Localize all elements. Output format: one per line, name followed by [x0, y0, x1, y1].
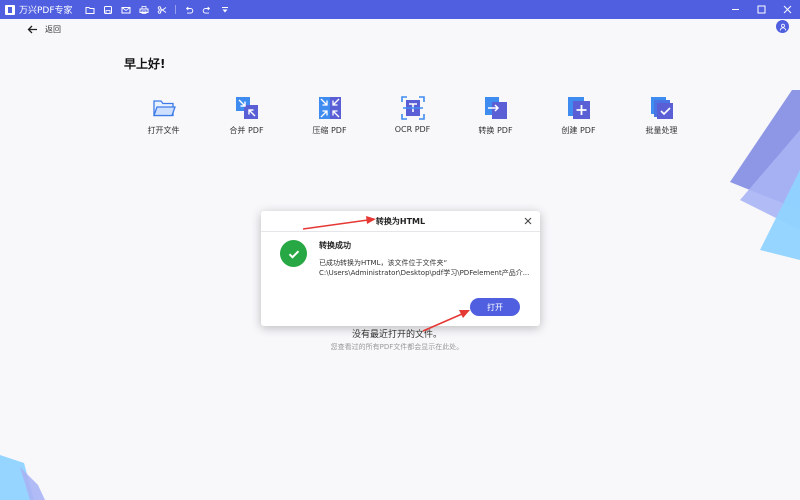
dialog-title: 转换为HTML [375, 216, 426, 226]
convert-pdf-icon [484, 97, 507, 119]
tool-convert-pdf[interactable]: 转换 PDF [454, 96, 537, 136]
dialog-message: 已成功转换为HTML，该文件位于文件夹“ C:\Users\Administra… [319, 258, 534, 278]
dialog-message-text: 已成功转换为HTML，该文件位于文件夹“ [319, 259, 448, 267]
back-label: 返回 [45, 25, 61, 34]
tools-row: 打开文件 合并 PDF 压缩 PDF OCR PDF 转换 PDF 创建 PDF… [122, 96, 703, 136]
minimize-icon[interactable] [722, 0, 748, 19]
dialog-heading: 转换成功 [319, 241, 351, 250]
open-folder-icon [152, 100, 176, 117]
tool-label: 创建 PDF [561, 126, 596, 135]
merge-pdf-icon [235, 97, 258, 119]
toolbar-divider [174, 5, 176, 14]
greeting-heading: 早上好! [124, 57, 166, 71]
tool-batch-process[interactable]: 批量处理 [620, 96, 703, 136]
dialog-header: 转换为HTML [261, 211, 540, 232]
close-icon[interactable] [523, 216, 533, 226]
decorative-shapes [0, 455, 45, 500]
conversion-dialog: 转换为HTML 转换成功 已成功转换为HTML，该文件位于文件夹“ C:\Use… [261, 211, 540, 326]
window-controls [722, 0, 800, 19]
tool-create-pdf[interactable]: 创建 PDF [537, 96, 620, 136]
tool-compress-pdf[interactable]: 压缩 PDF [288, 96, 371, 136]
create-pdf-icon [567, 97, 590, 119]
close-icon[interactable] [774, 0, 800, 19]
mail-icon[interactable] [117, 0, 135, 19]
ocr-pdf-icon [400, 96, 425, 120]
maximize-icon[interactable] [748, 0, 774, 19]
tool-label: 压缩 PDF [312, 126, 347, 135]
dialog-file-path: C:\Users\Administrator\Desktop\pdf学习\PDF… [319, 269, 530, 277]
tool-label: 合并 PDF [229, 126, 264, 135]
decorative-shapes [730, 90, 800, 260]
tool-ocr-pdf[interactable]: OCR PDF [371, 96, 454, 136]
title-bar: 万兴PDF专家 [0, 0, 800, 19]
empty-state-subtitle: 您查看过的所有PDF文件都会显示在此处。 [330, 343, 464, 351]
folder-icon[interactable] [81, 0, 99, 19]
tool-label: 打开文件 [147, 126, 180, 135]
tool-label: 转换 PDF [478, 126, 513, 135]
print-icon[interactable] [135, 0, 153, 19]
tool-merge-pdf[interactable]: 合并 PDF [205, 96, 288, 136]
save-icon[interactable] [99, 0, 117, 19]
tool-label: 批量处理 [645, 126, 678, 135]
compress-pdf-icon [318, 97, 341, 119]
tool-open-file[interactable]: 打开文件 [122, 96, 205, 136]
arrow-left-icon [27, 25, 37, 34]
empty-state-title: 没有最近打开的文件。 [351, 330, 442, 340]
success-check-icon [280, 240, 307, 267]
batch-process-icon [650, 97, 673, 119]
user-avatar-icon[interactable] [776, 20, 789, 33]
redo-icon[interactable] [198, 0, 216, 19]
back-button[interactable]: 返回 [27, 24, 61, 35]
dropdown-icon[interactable] [216, 0, 234, 19]
app-logo-icon [5, 4, 15, 15]
open-button[interactable]: 打开 [470, 298, 520, 316]
app-title: 万兴PDF专家 [19, 6, 73, 16]
undo-icon[interactable] [180, 0, 198, 19]
tool-label: OCR PDF [394, 125, 431, 134]
scissors-icon[interactable] [153, 0, 171, 19]
